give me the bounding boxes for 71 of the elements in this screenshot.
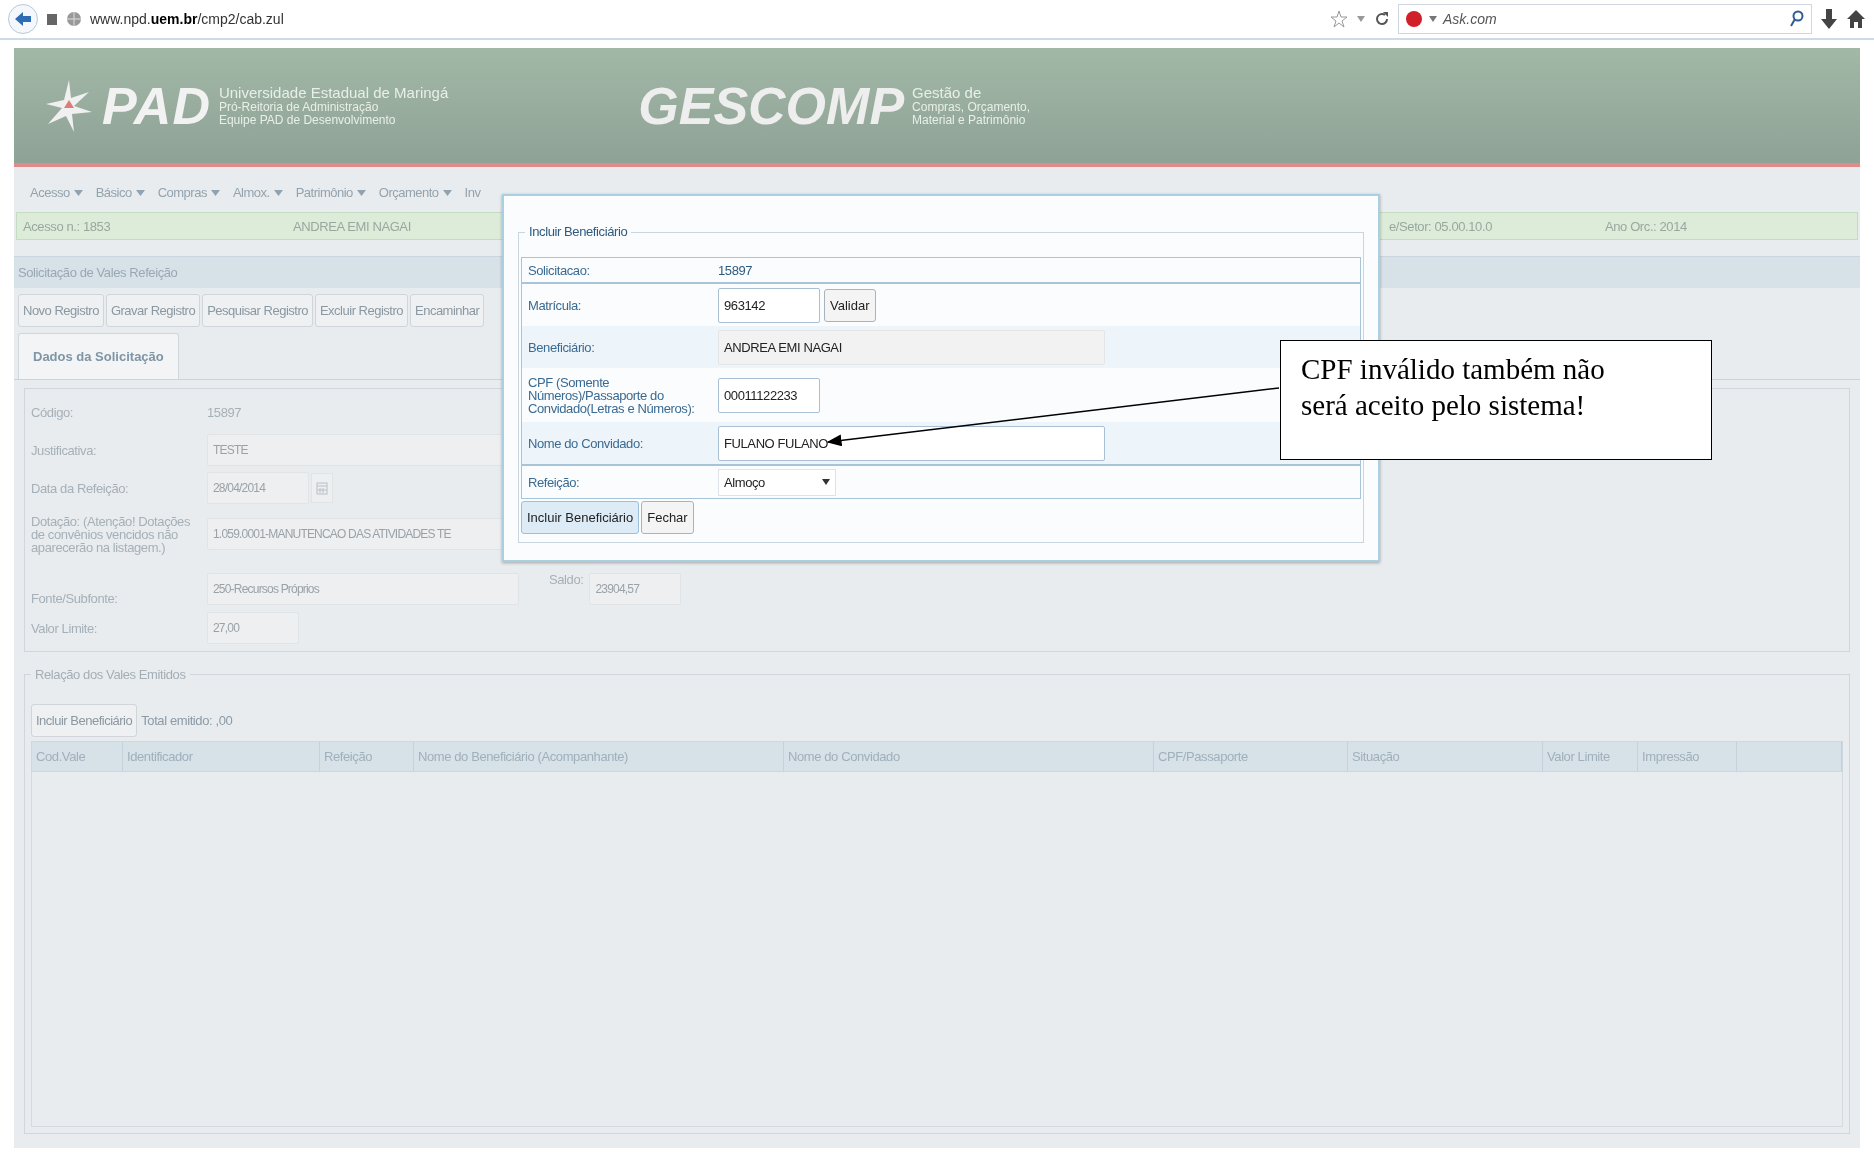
toolbar-button[interactable]: Excluir Registro (314, 294, 408, 327)
info-text: ANDREA EMI NAGAI (293, 218, 411, 234)
search-icon[interactable] (1789, 10, 1805, 28)
star-icon[interactable] (1330, 10, 1348, 28)
menu-item[interactable]: Orçamento (378, 185, 452, 200)
dialog-button[interactable]: Fechar (641, 501, 694, 534)
field-label: Valor Limite: (31, 621, 99, 635)
institution-text: Pró-Reitoria de Administração (218, 100, 379, 114)
menu-item[interactable]: Almox. (232, 185, 283, 200)
menu-item[interactable]: Patrimônio (295, 185, 366, 200)
menu-item[interactable]: Compras (157, 185, 220, 200)
info-text: e/Setor: 05.00.10.0 (1389, 218, 1492, 234)
logo-text: PAD (102, 75, 211, 136)
dialog-legend: Incluir Beneficiário (525, 224, 632, 239)
home-icon[interactable] (1846, 9, 1866, 29)
institution-text: Equipe PAD de Desenvolvimento (218, 113, 397, 127)
globe-icon (66, 11, 82, 27)
toolbar-button[interactable]: Pesquisar Registro (202, 294, 313, 327)
info-text: Acesso n.: 1853 (23, 218, 111, 234)
field-label: CPF (Somente Números)/Passaporte do Convidado(Letras e Números): (528, 375, 696, 415)
system-subtitle: Compras, Orçamento, (912, 100, 1031, 114)
dropdown-icon[interactable] (1356, 15, 1366, 23)
text-field[interactable]: 00011122233 (718, 377, 820, 413)
menu-item[interactable]: Básico (95, 185, 145, 200)
callout-note: CPF inválido também não será aceito pelo sistema! (1280, 340, 1712, 460)
select-field[interactable]: Almoço (718, 468, 836, 496)
field-label: Matrícula: (528, 298, 583, 312)
dialog-button[interactable]: Incluir Beneficiário (521, 501, 640, 534)
engine-logo-icon (1405, 10, 1423, 28)
field-label: Refeição: (528, 475, 581, 489)
reload-icon[interactable] (1374, 11, 1390, 27)
section-legend: Relação dos Vales Emitidos (31, 667, 190, 682)
search-engine-label: Ask.com (1443, 11, 1497, 27)
date-field[interactable]: 28/04/2014 (207, 472, 309, 504)
dropdown-icon (1429, 16, 1437, 22)
system-subtitle: Gestão de (912, 84, 983, 101)
tab[interactable]: Dados da Solicitação (18, 333, 179, 379)
field-label: Justificativa: (31, 443, 98, 457)
text-field[interactable]: FULANO FULANO (718, 425, 1105, 461)
system-subtitle: Material e Patrimônio (912, 113, 1026, 127)
address-field[interactable]: www.npd.uem.br/cmp2/cab.zul (90, 11, 1322, 27)
field-value: 15897 (207, 405, 242, 419)
menu-item[interactable]: Inv (464, 185, 481, 200)
back-button[interactable] (8, 4, 38, 34)
text-field[interactable]: 963142 (718, 287, 820, 323)
toolbar-button[interactable]: Gravar Registro (105, 294, 201, 327)
field-label: Solicitacao: (528, 263, 591, 277)
toolbar-button[interactable]: Encaminhar (410, 294, 485, 327)
toolbar-button[interactable]: Novo Registro (18, 294, 104, 327)
text-field[interactable]: 23904,57 (589, 573, 682, 605)
search-field[interactable]: Ask.com (1398, 4, 1812, 34)
field-label: Data da Refeição: (31, 481, 130, 495)
field-label: Fonte/Subfonte: (31, 592, 119, 605)
download-icon[interactable] (1820, 8, 1838, 30)
back-arrow-icon (14, 11, 32, 27)
system-name: GESCOMP (638, 75, 905, 136)
validate-button[interactable]: Validar (824, 288, 876, 322)
calendar-icon (316, 481, 328, 495)
text-field[interactable]: 250-Recursos Próprios (207, 573, 519, 605)
field-label: Saldo: (549, 573, 584, 586)
total-text: Total emitido: ,00 (141, 713, 233, 728)
field-label: Beneficiário: (528, 340, 596, 354)
add-beneficiary-button[interactable]: Incluir Beneficiário (31, 704, 138, 737)
menu-item[interactable]: Acesso (30, 185, 83, 200)
field-label: Código: (31, 405, 74, 419)
institution-text: Universidade Estadual de Maringá (218, 84, 449, 101)
info-text: Ano Orc.: 2014 (1605, 218, 1687, 234)
text-field[interactable]: 27,00 (207, 612, 299, 644)
caret-icon (822, 479, 830, 485)
field-label: Dotação: (Atenção! Dotações de convênios vencidos não aparecerão na listagem.) (31, 514, 192, 554)
field-value: 15897 (718, 262, 753, 278)
